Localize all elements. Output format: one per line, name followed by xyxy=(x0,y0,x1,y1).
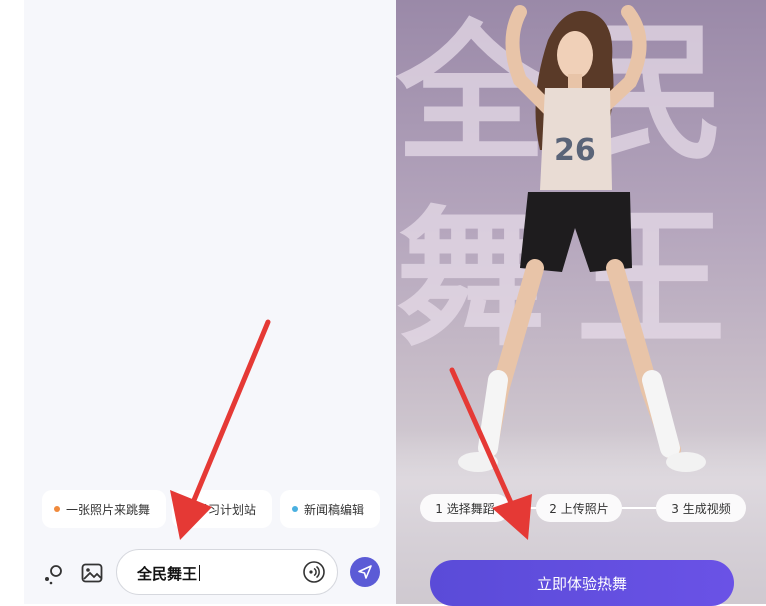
voice-icon[interactable] xyxy=(303,561,325,583)
chip-dot-yellow xyxy=(184,506,190,512)
background-title-line1: 全民 xyxy=(396,8,757,182)
chip-label: 学习计划站 xyxy=(196,502,257,517)
chip-dot-blue xyxy=(292,506,298,512)
step-connector xyxy=(622,507,656,509)
step-upload-photo[interactable]: 2 上传照片 xyxy=(536,494,622,522)
chat-panel: 一张照片来跳舞 学习计划站 新闻稿编辑 全民舞王 xyxy=(0,0,396,604)
try-dance-button[interactable]: 立即体验热舞 xyxy=(430,560,734,606)
chat-input[interactable]: 全民舞王 xyxy=(116,549,338,595)
step-connector xyxy=(510,507,536,509)
image-icon[interactable] xyxy=(80,561,104,585)
send-button[interactable] xyxy=(350,557,380,587)
chip-label: 新闻稿编辑 xyxy=(304,502,365,517)
suggestion-chip-dance[interactable]: 一张照片来跳舞 xyxy=(42,490,166,528)
chat-input-text: 全民舞王 xyxy=(137,563,201,584)
suggestion-chip-study[interactable]: 学习计划站 xyxy=(172,490,272,528)
sparkle-icon[interactable] xyxy=(42,561,66,585)
step-select-dance[interactable]: 1 选择舞蹈 xyxy=(420,494,510,522)
background-title-line2: 舞王 xyxy=(396,193,757,367)
step-generate-video[interactable]: 3 生成视频 xyxy=(656,494,746,522)
suggestion-chip-news[interactable]: 新闻稿编辑 xyxy=(280,490,380,528)
chip-dot-orange xyxy=(54,506,60,512)
chip-label: 一张照片来跳舞 xyxy=(66,502,151,517)
send-icon xyxy=(358,565,372,579)
